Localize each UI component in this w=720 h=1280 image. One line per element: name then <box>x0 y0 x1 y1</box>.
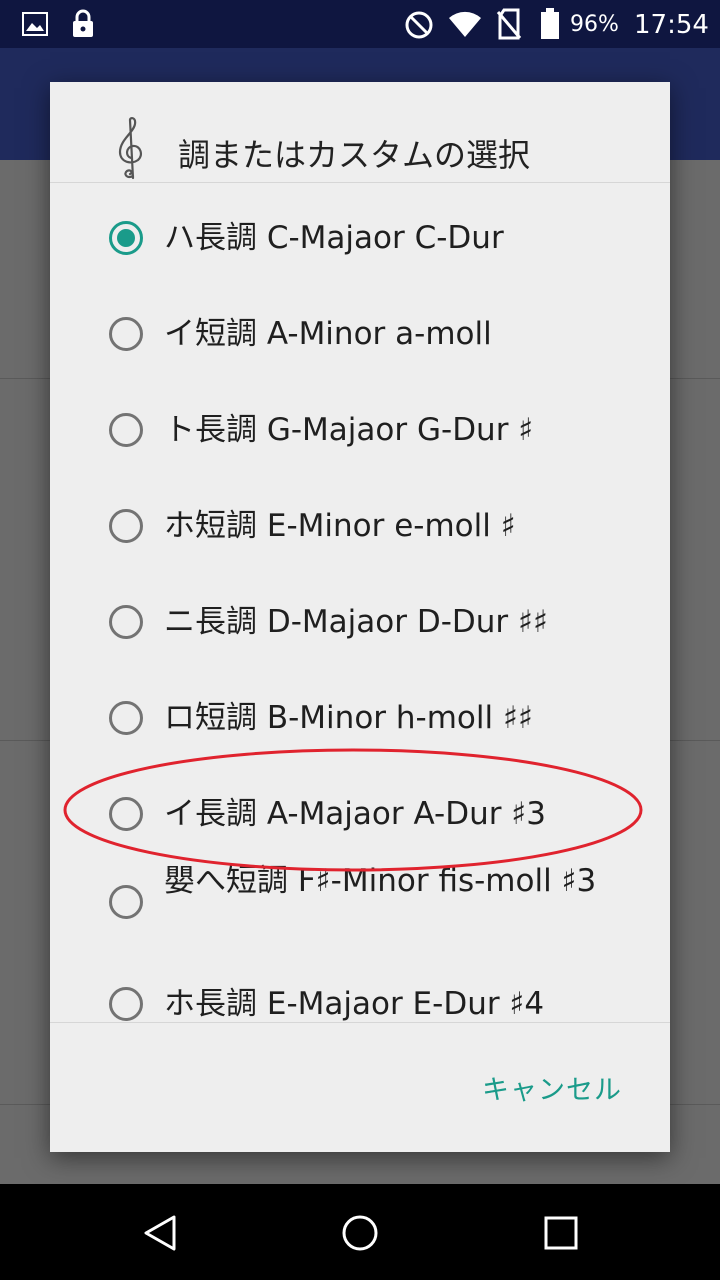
key-option-a-minor[interactable]: イ短調 A-Minor a-moll <box>50 303 670 365</box>
dnd-icon <box>405 11 433 39</box>
key-option-e-minor[interactable]: ホ短調 E-Minor e-moll ♯ <box>50 495 670 557</box>
clock: 17:54 <box>634 10 709 40</box>
battery-icon <box>541 8 559 39</box>
key-option-g-major[interactable]: ト長調 G-Majaor G-Dur ♯ <box>50 399 670 461</box>
radio-button-checked[interactable] <box>109 221 143 255</box>
home-icon[interactable] <box>341 1214 379 1252</box>
option-label: ニ長調 D-Majaor D-Dur ♯♯ <box>164 604 549 640</box>
back-icon[interactable] <box>142 1214 178 1252</box>
radio-button[interactable] <box>109 701 143 735</box>
navigation-bar <box>0 1184 720 1280</box>
key-select-dialog: 調またはカスタムの選択 ハ長調 C-Majaor C-Dur イ短調 A-Min… <box>50 82 670 1152</box>
divider <box>50 1022 670 1023</box>
option-label: ト長調 G-Majaor G-Dur ♯ <box>164 412 534 448</box>
recents-icon[interactable] <box>543 1215 579 1251</box>
key-option-b-minor[interactable]: ロ短調 B-Minor h-moll ♯♯ <box>50 687 670 749</box>
battery-percentage: 96% <box>570 12 619 37</box>
option-label: ホ短調 E-Minor e-moll ♯ <box>164 508 516 544</box>
dialog-title: 調またはカスタムの選択 <box>178 136 531 174</box>
option-label: ハ長調 C-Majaor C-Dur <box>164 220 504 256</box>
radio-button[interactable] <box>109 413 143 447</box>
dialog-header: 調またはカスタムの選択 <box>50 82 670 182</box>
key-options-list: ハ長調 C-Majaor C-Dur イ短調 A-Minor a-moll ト長… <box>50 183 670 1022</box>
cancel-button[interactable]: キャンセル <box>482 1068 622 1107</box>
option-label: ホ長調 E-Majaor E-Dur ♯4 <box>164 986 545 1022</box>
radio-button[interactable] <box>109 317 143 351</box>
option-label: イ短調 A-Minor a-moll <box>164 316 492 352</box>
radio-button[interactable] <box>109 987 143 1021</box>
radio-button[interactable] <box>109 885 143 919</box>
status-bar: 96% 17:54 <box>0 0 720 48</box>
radio-button[interactable] <box>109 605 143 639</box>
key-option-d-major[interactable]: ニ長調 D-Majaor D-Dur ♯♯ <box>50 591 670 653</box>
lock-icon <box>73 9 93 37</box>
key-option-e-major[interactable]: ホ長調 E-Majaor E-Dur ♯4 <box>50 973 670 1022</box>
radio-button[interactable] <box>109 509 143 543</box>
no-sim-icon <box>496 8 522 40</box>
treble-clef-icon <box>118 117 142 180</box>
option-label: ロ短調 B-Minor h-moll ♯♯ <box>164 700 533 736</box>
key-option-c-major[interactable]: ハ長調 C-Majaor C-Dur <box>50 207 670 269</box>
annotation-ellipse <box>63 748 643 872</box>
wifi-icon <box>449 11 481 38</box>
image-icon <box>22 12 48 36</box>
